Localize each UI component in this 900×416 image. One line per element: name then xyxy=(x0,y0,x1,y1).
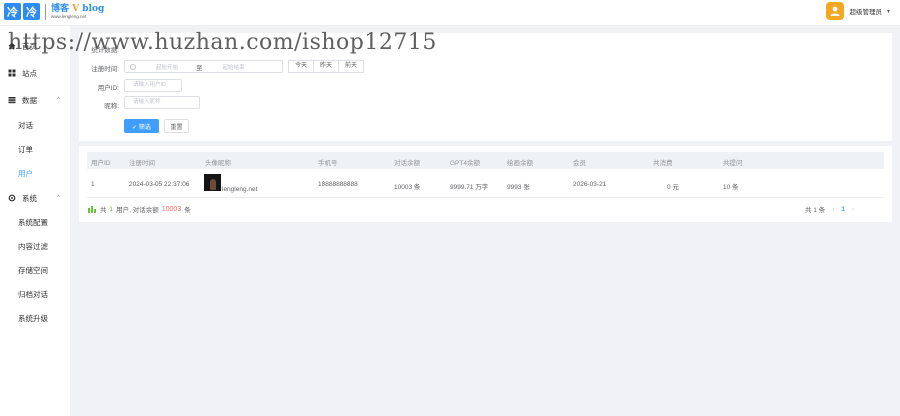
grid-icon xyxy=(8,69,16,77)
quick-yesterday-button[interactable]: 昨天 xyxy=(313,60,340,73)
uid-input[interactable]: 请输入用户ID xyxy=(124,79,182,92)
table-summary: 共 1 用户, 对话余额 10003 条 xyxy=(88,204,191,214)
reg-time-label: 注册时间: xyxy=(91,66,119,73)
sidebar-item-storage[interactable]: 存储空间 xyxy=(0,260,70,280)
cell-user-id: 1 xyxy=(91,181,95,188)
column-header[interactable]: 共消费 xyxy=(653,157,673,167)
sidebar-item-system[interactable]: 系统 ^ xyxy=(0,188,70,208)
sidebar-item-system-config[interactable]: 系统配置 xyxy=(0,212,70,232)
column-header[interactable]: 用户ID xyxy=(91,157,111,167)
column-header[interactable]: 注册时间 xyxy=(129,157,155,167)
user-avatar xyxy=(204,174,221,191)
prev-page-icon[interactable]: ‹ xyxy=(832,206,834,213)
sidebar-item-orders[interactable]: 订单 xyxy=(0,139,70,159)
gear-icon xyxy=(8,194,16,202)
reset-button[interactable]: 重置 xyxy=(164,119,189,133)
user-menu[interactable]: 超级管理员 ▾ xyxy=(826,2,890,20)
column-header[interactable]: 对话余额 xyxy=(394,157,420,167)
logo-title: 博客 V blog xyxy=(51,4,104,14)
logo-divider xyxy=(45,3,46,20)
logo-tile-1: 冷 xyxy=(4,3,21,20)
quick-date-group: 今天 昨天 前天 xyxy=(288,60,365,73)
sidebar-item-data[interactable]: 数据 ^ xyxy=(0,90,70,110)
clock-icon xyxy=(130,63,136,70)
column-header[interactable]: 手机号 xyxy=(318,157,338,167)
sidebar-item-users[interactable]: 用户 xyxy=(0,163,70,183)
next-page-icon[interactable]: › xyxy=(852,206,854,213)
logo-title-main: 博客 xyxy=(51,3,70,14)
summary-user-count: 1 xyxy=(109,205,114,213)
site-logo[interactable]: 冷 冷 博客 V blog www.lengleng.net xyxy=(4,3,104,20)
quick-today-button[interactable]: 今天 xyxy=(288,60,315,73)
logo-title-v: V xyxy=(72,3,80,14)
sidebar: 首页 站点 数据 ^ 对话 订单 用户 系统 ^ 系统配置 内容过滤 存储空间 … xyxy=(0,26,70,416)
cell-draw-balance: 9993 张 xyxy=(507,184,530,191)
sidebar-item-label: 系统 xyxy=(22,193,37,203)
logo-tile-2: 冷 xyxy=(23,3,40,20)
column-header[interactable]: 头像昵称 xyxy=(205,157,231,167)
quick-daybefore-button[interactable]: 前天 xyxy=(338,60,365,73)
cell-spent: 0 元 xyxy=(667,184,679,191)
pagination-total: 共 1 条 xyxy=(805,207,826,214)
data-icon xyxy=(8,96,16,104)
table-header: 用户ID 注册时间 头像昵称 手机号 对话余额 GPT4余额 绘画余额 会员 共… xyxy=(87,152,884,169)
cell-chat-balance: 10003 条 xyxy=(394,184,421,191)
chevron-up-icon: ^ xyxy=(57,195,60,201)
nickname-input[interactable]: 请输入昵称 xyxy=(124,96,200,109)
top-header: 冷 冷 博客 V blog www.lengleng.net 超级管理员 ▾ xyxy=(0,0,900,26)
range-end-input[interactable]: 起始结束 xyxy=(223,63,245,71)
search-button[interactable]: ✓ 筛选 xyxy=(124,119,159,133)
summary-prefix: 共 xyxy=(100,207,107,214)
sidebar-item-label: 数据 xyxy=(22,95,37,105)
sidebar-item-site[interactable]: 站点 xyxy=(0,63,70,83)
chevron-down-icon: ▾ xyxy=(886,8,890,15)
filter-panel xyxy=(79,33,892,141)
uid-label: 用户ID: xyxy=(97,85,119,92)
sidebar-item-content-filter[interactable]: 内容过滤 xyxy=(0,236,70,256)
chevron-up-icon: ^ xyxy=(57,97,60,103)
cell-nickname: lengleng.net xyxy=(222,186,258,193)
column-header[interactable]: 会员 xyxy=(573,157,586,167)
logo-title-end: blog xyxy=(82,3,105,14)
cell-gpt4-balance: 9999.71 万字 xyxy=(450,184,489,191)
page-number[interactable]: 1 xyxy=(841,206,845,213)
cell-phone: 18888888888 xyxy=(318,181,358,188)
bar-chart-icon xyxy=(88,205,97,213)
reg-time-range-picker[interactable]: 起始开始 至 起始结束 xyxy=(124,60,283,73)
column-header[interactable]: GPT4余额 xyxy=(450,157,480,167)
cell-vip: 2026-03-21 xyxy=(573,181,607,188)
range-start-input[interactable]: 起始开始 xyxy=(156,63,178,71)
cell-questions: 10 条 xyxy=(723,184,739,191)
pagination: 共 1 条 ‹ 1 › xyxy=(805,204,861,215)
sidebar-item-label: 首页 xyxy=(22,41,37,51)
sidebar-item-upgrade[interactable]: 系统升级 xyxy=(0,308,70,328)
nickname-label: 昵称: xyxy=(104,103,119,110)
table-row[interactable]: 1 2024-03-05 22:37:06 lengleng.net 18888… xyxy=(87,170,884,198)
user-avatar-icon xyxy=(826,2,845,20)
home-icon xyxy=(8,42,16,50)
sidebar-item-label: 站点 xyxy=(22,68,37,78)
sidebar-item-home[interactable]: 首页 xyxy=(0,36,70,56)
sidebar-item-archive[interactable]: 归档对话 xyxy=(0,284,70,304)
range-separator: 至 xyxy=(196,64,203,72)
summary-suffix: 条 xyxy=(184,207,191,214)
logo-url: www.lengleng.net xyxy=(51,13,87,19)
user-name: 超级管理员 xyxy=(849,9,882,16)
column-header[interactable]: 绘画余额 xyxy=(507,157,533,167)
sidebar-item-chat[interactable]: 对话 xyxy=(0,115,70,135)
logo-text: 博客 V blog www.lengleng.net xyxy=(51,4,104,20)
column-header[interactable]: 共提问 xyxy=(723,157,743,167)
cell-reg-time: 2024-03-05 22:37:06 xyxy=(129,181,190,188)
summary-label: 统计数据: xyxy=(91,47,119,54)
summary-middle: 用户, 对话余额 xyxy=(116,207,159,214)
summary-balance: 10003 xyxy=(161,205,182,213)
